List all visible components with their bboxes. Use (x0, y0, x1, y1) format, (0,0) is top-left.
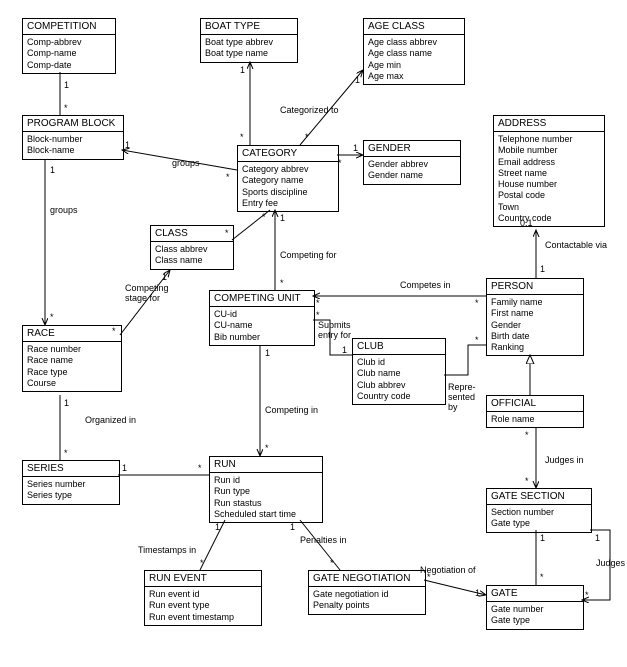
entity-attrs: Comp-abbrev Comp-name Comp-date (23, 35, 115, 73)
entity-club: CLUB Club id Club name Club abbrev Count… (352, 338, 446, 405)
card: 1 (215, 522, 220, 532)
label-competing-stage: Competing stage for (125, 283, 169, 303)
card: 1 (125, 140, 130, 150)
entity-official: OFFICIAL Role name (486, 395, 584, 428)
entity-class: CLASS Class abbrev Class name (150, 225, 234, 270)
card: * (265, 443, 269, 453)
card: * (525, 430, 529, 440)
label-groups2: groups (172, 158, 200, 168)
card: 1 (540, 533, 545, 543)
card: 1 (122, 463, 127, 473)
card: * (330, 558, 334, 568)
card: 1 (162, 272, 167, 282)
card: 1 (353, 143, 358, 153)
card: * (64, 448, 68, 458)
card: 1 (64, 398, 69, 408)
card: * (240, 132, 244, 142)
card: * (262, 212, 266, 222)
card: * (475, 298, 479, 308)
card: * (64, 103, 68, 113)
entity-gate: GATE Gate number Gate type (486, 585, 584, 630)
card: 1 (595, 533, 600, 543)
entity-series: SERIES Series number Series type (22, 460, 120, 505)
card: * (525, 476, 529, 486)
card: * (112, 326, 116, 336)
card: * (427, 572, 431, 582)
entity-title: COMPETITION (23, 19, 115, 35)
card: 1 (240, 65, 245, 75)
label-competing-in: Competing in (265, 405, 318, 415)
entity-race: RACE Race number Race name Race type Cou… (22, 325, 122, 392)
card: 0.1 (520, 218, 533, 228)
entity-competing-unit: COMPETING UNIT CU-id CU-name Bib number (209, 290, 315, 346)
label-judges-in: Judges in (545, 455, 584, 465)
card: 1 (50, 165, 55, 175)
entity-category: CATEGORY Category abbrev Category name S… (237, 145, 339, 212)
label-categorized-to: Categorized to (280, 105, 339, 115)
card: * (475, 335, 479, 345)
card: 1 (290, 522, 295, 532)
card: * (540, 572, 544, 582)
entity-run-event: RUN EVENT Run event id Run event type Ru… (144, 570, 262, 626)
card: 1 (475, 588, 480, 598)
card: * (316, 310, 320, 320)
entity-gate-negotiation: GATE NEGOTIATION Gate negotiation id Pen… (308, 570, 426, 615)
card: 1 (355, 75, 360, 85)
entity-person: PERSON Family name First name Gender Bir… (486, 278, 584, 356)
label-penalties: Penalties in (300, 535, 347, 545)
label-timestamps: Timestamps in (138, 545, 196, 555)
card: 1 (265, 348, 270, 358)
card: * (226, 172, 230, 182)
entity-program-block: PROGRAM BLOCK Block-number Block-name (22, 115, 124, 160)
entity-gate-section: GATE SECTION Section number Gate type (486, 488, 592, 533)
label-organized: Organized in (85, 415, 136, 425)
label-submits: Submits entry for (318, 320, 351, 340)
label-groups: groups (50, 205, 78, 215)
label-judges: Judges (596, 558, 625, 568)
card: 1 (280, 213, 285, 223)
label-represented: Repre- sented by (448, 382, 476, 412)
card: * (200, 558, 204, 568)
card: * (338, 158, 342, 168)
card: * (280, 278, 284, 288)
card: * (225, 228, 229, 238)
label-contactable: Contactable via (545, 240, 607, 250)
card: 1 (64, 80, 69, 90)
card: 1 (540, 264, 545, 274)
card: * (585, 590, 589, 600)
card: * (198, 463, 202, 473)
entity-age-class: AGE CLASS Age class abbrev Age class nam… (363, 18, 465, 85)
card: 1 (342, 345, 347, 355)
label-competing-for: Competing for (280, 250, 337, 260)
label-competes-in: Competes in (400, 280, 451, 290)
card: * (316, 298, 320, 308)
entity-run: RUN Run id Run type Run stastus Schedule… (209, 456, 323, 523)
card: * (305, 132, 309, 142)
entity-address: ADDRESS Telephone number Mobile number E… (493, 115, 605, 227)
entity-boat-type: BOAT TYPE Boat type abbrev Boat type nam… (200, 18, 298, 63)
entity-gender: GENDER Gender abbrev Gender name (363, 140, 461, 185)
card: * (50, 312, 54, 322)
entity-competition: COMPETITION Comp-abbrev Comp-name Comp-d… (22, 18, 116, 74)
